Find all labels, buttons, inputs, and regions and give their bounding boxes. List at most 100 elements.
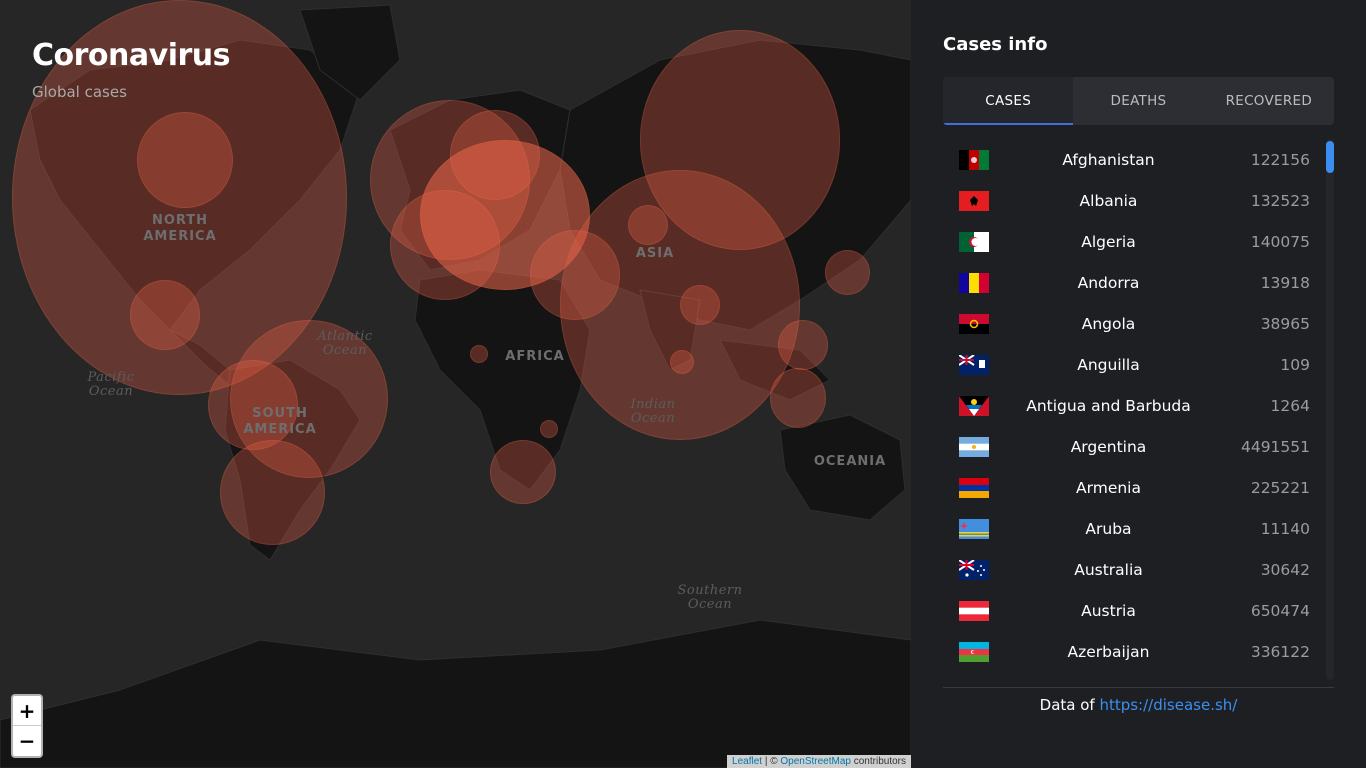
case-count: 225221	[1250, 478, 1310, 497]
case-count: 13918	[1260, 273, 1310, 292]
country-name: Algeria	[1081, 232, 1136, 251]
case-count: 650474	[1250, 601, 1310, 620]
attribution-suffix: contributors	[850, 756, 906, 767]
case-count: 122156	[1250, 150, 1310, 169]
list-item[interactable]: Antigua and Barbuda 1264	[943, 385, 1318, 426]
bubble-japan[interactable]	[825, 250, 870, 295]
continent-label-asia: ASIA	[635, 246, 675, 261]
angola-flag-icon	[959, 313, 989, 334]
tab-deaths[interactable]: DEATHS	[1073, 77, 1203, 125]
case-count: 140075	[1250, 232, 1310, 251]
afghanistan-flag-icon	[959, 149, 989, 170]
osm-link[interactable]: OpenStreetMap	[780, 756, 851, 767]
continent-label-south-america: SOUTH AMERICA	[243, 406, 317, 437]
country-list-container[interactable]: Afghanistan 122156 Albania 132523 Algeri…	[943, 139, 1334, 680]
list-item[interactable]: Afghanistan 122156	[943, 139, 1318, 180]
list-item[interactable]: Armenia 225221	[943, 467, 1318, 508]
list-item[interactable]: Angola 38965	[943, 303, 1318, 344]
country-list: Afghanistan 122156 Albania 132523 Algeri…	[943, 139, 1318, 672]
antigua-flag-icon	[959, 395, 989, 416]
albania-flag-icon	[959, 190, 989, 211]
country-name: Antigua and Barbuda	[1026, 396, 1191, 415]
andorra-flag-icon	[959, 272, 989, 293]
panel-divider	[943, 687, 1334, 688]
bubble-nigeria[interactable]	[470, 345, 488, 363]
case-count: 11140	[1260, 519, 1310, 538]
list-item[interactable]: Andorra 13918	[943, 262, 1318, 303]
leaflet-link[interactable]: Leaflet	[732, 756, 762, 767]
case-count: 1264	[1270, 396, 1310, 415]
list-item[interactable]: Australia 30642	[943, 549, 1318, 590]
panel-title: Cases info	[943, 34, 1048, 55]
attribution-separator: | ©	[762, 756, 781, 767]
australia-flag-icon	[959, 559, 989, 580]
country-name: Anguilla	[1077, 355, 1140, 374]
bubble-canada[interactable]	[137, 112, 233, 208]
zoom-in-button[interactable]: +	[13, 696, 41, 726]
list-item[interactable]: Albania 132523	[943, 180, 1318, 221]
cases-info-panel: Cases info CASES DEATHS RECOVERED Afghan…	[911, 0, 1366, 768]
case-count: 4491551	[1240, 437, 1310, 456]
ocean-label-pacific: Pacific Ocean	[87, 370, 135, 399]
case-count: 109	[1280, 355, 1310, 374]
continent-label-oceania: OCEANIA	[813, 454, 887, 469]
algeria-flag-icon	[959, 231, 989, 252]
bubble-argentina[interactable]	[220, 440, 325, 545]
tab-bar: CASES DEATHS RECOVERED	[943, 77, 1334, 125]
country-name: Argentina	[1070, 437, 1147, 456]
continent-label-africa: AFRICA	[505, 349, 565, 364]
footer-prefix: Data of	[1039, 696, 1100, 714]
bubble-south-africa[interactable]	[490, 440, 556, 504]
list-item[interactable]: Argentina 4491551	[943, 426, 1318, 467]
austria-flag-icon	[959, 600, 989, 621]
bubble-bangladesh[interactable]	[680, 285, 720, 325]
list-item[interactable]: Azerbaijan 336122	[943, 631, 1318, 672]
world-map[interactable]: NORTH AMERICA SOUTH AMERICA AFRICA ASIA …	[0, 0, 911, 768]
data-source-footer: Data of https://disease.sh/	[943, 696, 1334, 714]
bubble-middle-east[interactable]	[530, 230, 620, 320]
case-count: 38965	[1260, 314, 1310, 333]
bubble-indonesia[interactable]	[770, 368, 826, 428]
list-scrollbar[interactable]	[1326, 139, 1334, 680]
bubble-philippines[interactable]	[778, 320, 828, 370]
bubble-zambia[interactable]	[540, 420, 558, 438]
azerbaijan-flag-icon	[959, 641, 989, 662]
case-count: 132523	[1250, 191, 1310, 210]
country-name: Albania	[1079, 191, 1138, 210]
data-source-link[interactable]: https://disease.sh/	[1099, 696, 1237, 714]
list-item[interactable]: Anguilla 109	[943, 344, 1318, 385]
map-title: Coronavirus	[32, 38, 230, 73]
map-subtitle: Global cases	[32, 83, 127, 101]
aruba-flag-icon	[959, 518, 989, 539]
ocean-label-southern: Southern Ocean	[677, 583, 743, 612]
country-name: Azerbaijan	[1067, 642, 1150, 661]
country-name: Armenia	[1076, 478, 1141, 497]
continent-label-north-america: NORTH AMERICA	[143, 213, 217, 244]
list-item[interactable]: Austria 650474	[943, 590, 1318, 631]
list-item[interactable]: Algeria 140075	[943, 221, 1318, 262]
bubble-mexico[interactable]	[130, 280, 200, 350]
scrollbar-thumb[interactable]	[1326, 141, 1334, 173]
bubble-sri-lanka[interactable]	[670, 350, 694, 374]
zoom-out-button[interactable]: −	[13, 726, 41, 756]
map-attribution: Leaflet | © OpenStreetMap contributors	[727, 755, 911, 768]
ocean-label-indian: Indian Ocean	[630, 397, 676, 426]
bubble-kazakhstan[interactable]	[628, 205, 668, 245]
bubble-europe-north[interactable]	[450, 110, 540, 200]
country-name: Aruba	[1085, 519, 1132, 538]
country-name: Afghanistan	[1062, 150, 1155, 169]
country-name: Angola	[1081, 314, 1136, 333]
zoom-control: + −	[11, 694, 43, 758]
argentina-flag-icon	[959, 436, 989, 457]
bubble-europe-south[interactable]	[390, 190, 500, 300]
tab-recovered[interactable]: RECOVERED	[1204, 77, 1334, 125]
anguilla-flag-icon	[959, 354, 989, 375]
armenia-flag-icon	[959, 477, 989, 498]
ocean-label-atlantic: Atlantic Ocean	[317, 329, 373, 358]
tab-cases[interactable]: CASES	[943, 77, 1074, 125]
country-name: Austria	[1081, 601, 1136, 620]
list-item[interactable]: Aruba 11140	[943, 508, 1318, 549]
case-count: 336122	[1250, 642, 1310, 661]
country-name: Australia	[1074, 560, 1143, 579]
case-count: 30642	[1260, 560, 1310, 579]
